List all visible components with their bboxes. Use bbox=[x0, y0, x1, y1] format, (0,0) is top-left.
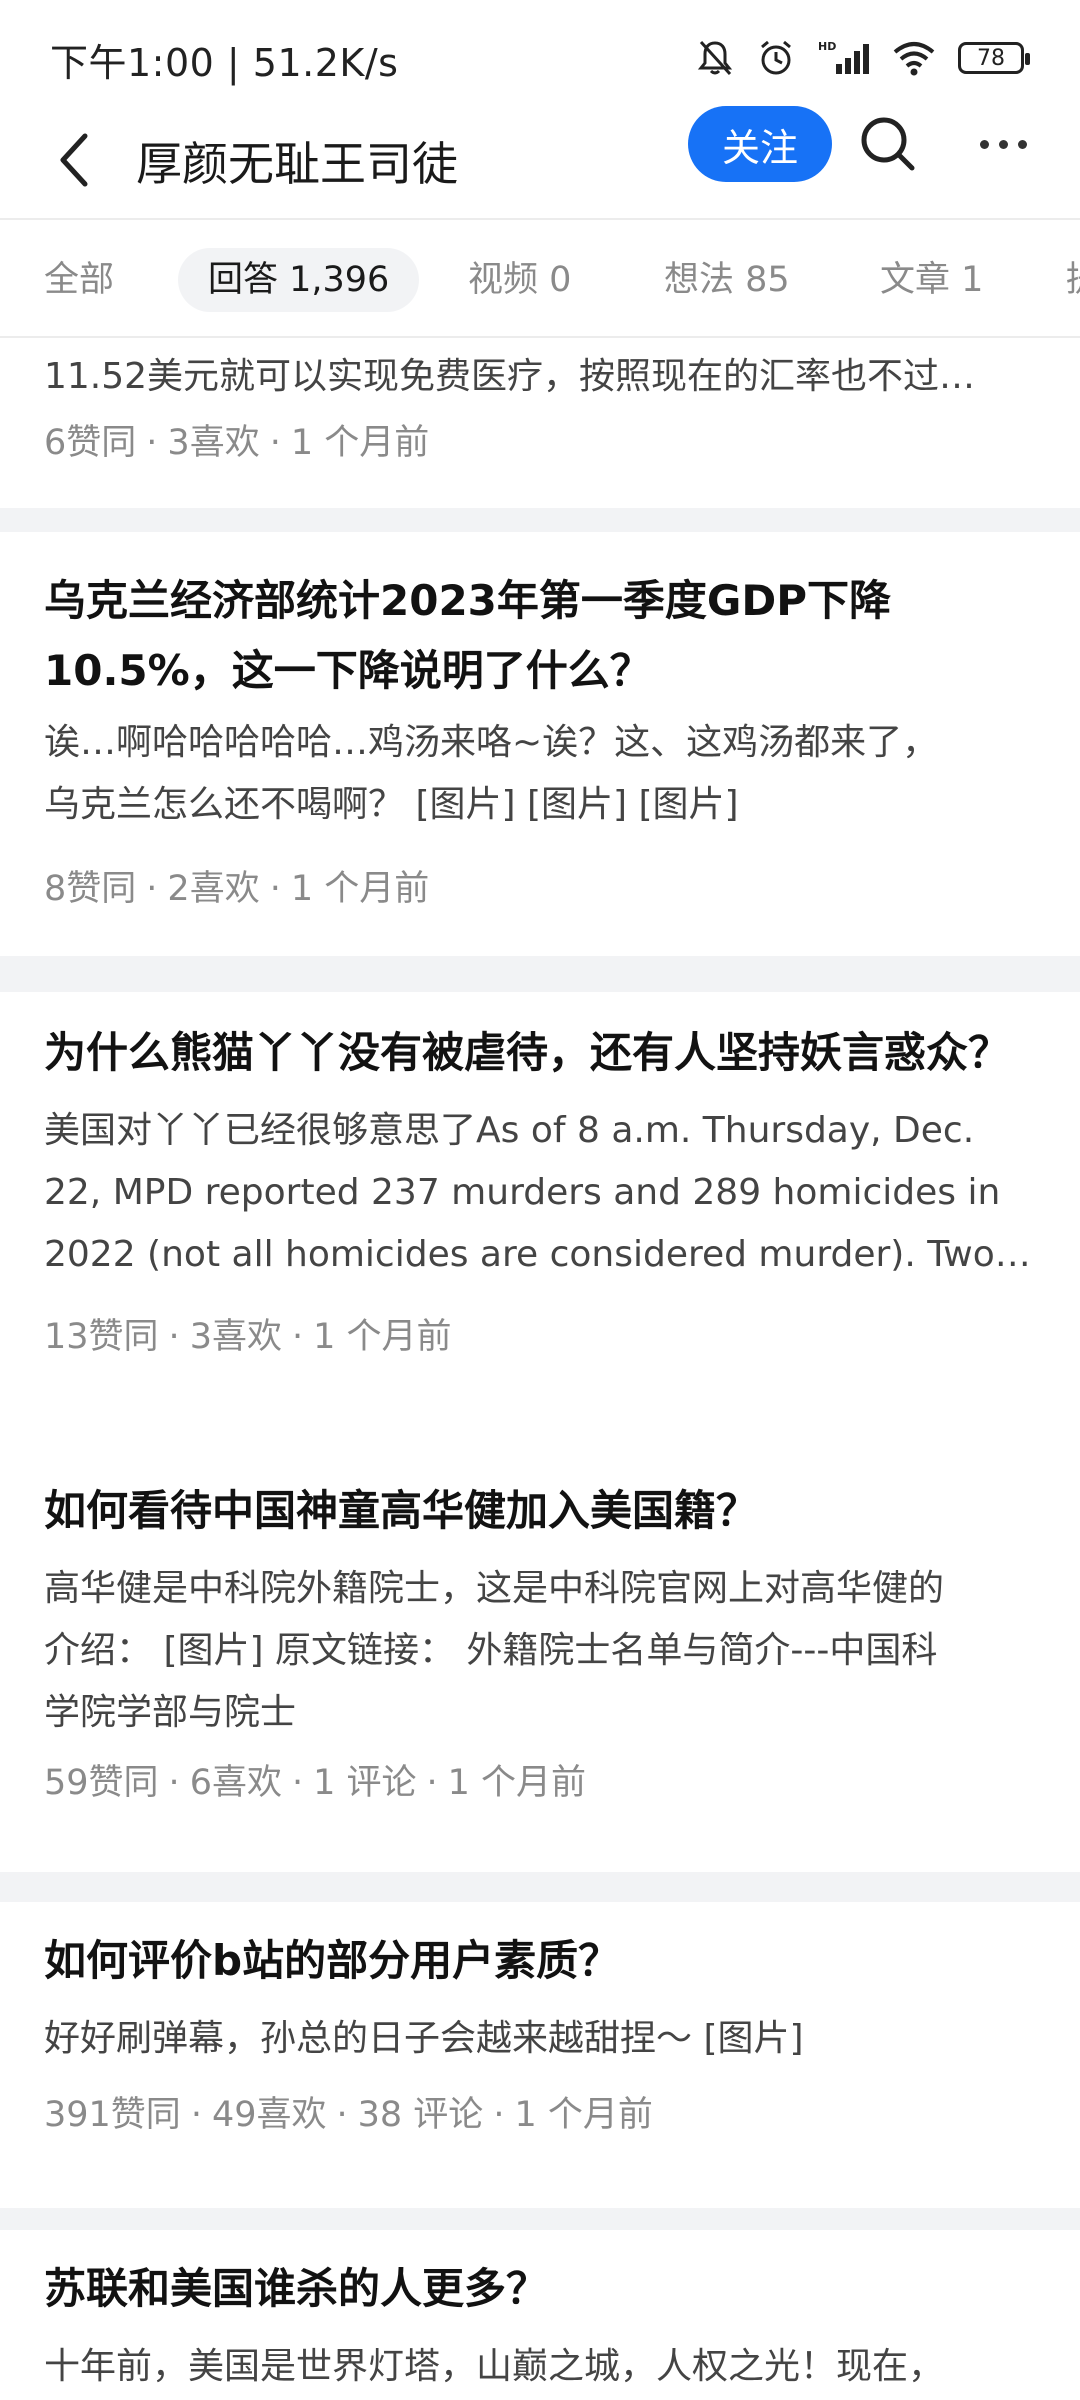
answer-excerpt: 诶…啊哈哈哈哈哈…鸡汤来咯~诶？这、这鸡汤都来了， 乌克兰怎么还不喝啊？ [图片… bbox=[44, 712, 1040, 836]
answer-meta: 6赞同 · 3喜欢 · 1 个月前 bbox=[44, 423, 430, 463]
title-line: 为什么熊猫丫丫没有被虐待，还有人坚持妖言惑众？ bbox=[44, 1028, 1011, 1077]
meta-time: 1 个月前 bbox=[290, 423, 430, 463]
follow-button[interactable]: 关注 bbox=[688, 106, 832, 182]
meta-upvotes: 6赞同 bbox=[44, 423, 137, 463]
more-icon-dot bbox=[1017, 139, 1027, 149]
excerpt-line: 介绍： [图片] 原文链接： 外籍院士名单与简介---中国科 bbox=[44, 1630, 938, 1671]
content-tabs: 全部 回答 1,396 视频 0 想法 85 文章 1 提 bbox=[0, 222, 1080, 338]
meta-time: 1 个月前 bbox=[313, 1317, 452, 1357]
meta-comments: 1 评论 bbox=[313, 1763, 417, 1803]
search-icon bbox=[861, 117, 915, 171]
meta-upvotes: 391赞同 bbox=[44, 2095, 181, 2135]
meta-comments: 38 评论 bbox=[357, 2095, 484, 2135]
wifi-icon bbox=[892, 40, 936, 76]
question-title[interactable]: 为什么熊猫丫丫没有被虐待，还有人坚持妖言惑众？ bbox=[44, 1018, 1040, 1088]
status-bar: 下午1:00 | 51.2K/s HD 78 bbox=[0, 0, 1080, 100]
mute-bell-icon bbox=[696, 38, 734, 78]
meta-time: 1 个月前 bbox=[447, 1763, 587, 1803]
question-title[interactable]: 如何看待中国神童高华健加入美国籍？ bbox=[44, 1476, 1040, 1546]
meta-likes: 6喜欢 bbox=[189, 1763, 282, 1803]
answer-meta: 8赞同 · 2喜欢 · 1 个月前 bbox=[44, 869, 430, 909]
meta-upvotes: 13赞同 bbox=[44, 1317, 159, 1357]
profile-name: 厚颜无耻王司徒 bbox=[136, 137, 458, 191]
title-line: 如何看待中国神童高华健加入美国籍？ bbox=[44, 1486, 759, 1535]
answer-card[interactable]: 为什么熊猫丫丫没有被虐待，还有人坚持妖言惑众？ 美国对丫丫已经很够意思了As o… bbox=[0, 992, 1080, 1452]
meta-likes: 3喜欢 bbox=[167, 423, 260, 463]
meta-time: 1 个月前 bbox=[514, 2095, 653, 2135]
tab-answers[interactable]: 回答 1,396 bbox=[178, 248, 420, 312]
excerpt-line: 高华健是中科院外籍院士，这是中科院官网上对高华健的 bbox=[44, 1568, 945, 1609]
zhihu-profile-answers-screen: 下午1:00 | 51.2K/s HD 78 厚颜无耻王司徒 关注 全部 回答 … bbox=[0, 0, 1080, 2400]
tab-thoughts[interactable]: 想法 85 bbox=[664, 248, 790, 312]
excerpt-line: 乌克兰怎么还不喝啊？ [图片] [图片] [图片] bbox=[44, 784, 739, 825]
question-title[interactable]: 如何评价b站的部分用户素质？ bbox=[44, 1926, 1040, 1996]
answer-card[interactable]: 如何评价b站的部分用户素质？ 好好刷弹幕，孙总的日子会越来越甜捏～ [图片] 3… bbox=[0, 1902, 1080, 2208]
answer-meta: 391赞同 · 49喜欢 · 38 评论 · 1 个月前 bbox=[44, 2095, 653, 2135]
excerpt-line: 好好刷弹幕，孙总的日子会越来越甜捏～ [图片] bbox=[44, 2018, 804, 2059]
status-time-speed: 下午1:00 | 51.2K/s bbox=[50, 41, 399, 85]
answer-card[interactable]: 11.52美元就可以实现免费医疗，按照现在的汇率也不过… 6赞同 · 3喜欢 · 1 个… bbox=[0, 338, 1080, 508]
excerpt-line: 美国对丫丫已经很够意思了As of 8 a.m. Thursday, Dec. bbox=[44, 1110, 975, 1151]
tab-videos[interactable]: 视频 0 bbox=[468, 248, 571, 312]
answer-card[interactable]: 如何看待中国神童高华健加入美国籍？ 高华健是中科院外籍院士，这是中科院官网上对高… bbox=[0, 1448, 1080, 1872]
meta-likes: 3喜欢 bbox=[189, 1317, 282, 1357]
meta-upvotes: 8赞同 bbox=[44, 869, 137, 909]
profile-header: 厚颜无耻王司徒 关注 bbox=[0, 100, 1080, 220]
answer-card[interactable]: 苏联和美国谁杀的人更多？ 十年前，美国是世界灯塔，山巅之城，人权之光！现在， bbox=[0, 2230, 1080, 2400]
meta-time: 1 个月前 bbox=[290, 869, 430, 909]
answer-meta: 13赞同 · 3喜欢 · 1 个月前 bbox=[44, 1317, 452, 1357]
hd-signal-icon: HD bbox=[818, 38, 870, 78]
search-button[interactable] bbox=[856, 112, 920, 176]
answer-excerpt: 高华健是中科院外籍院士，这是中科院官网上对高华健的 介绍： [图片] 原文链接：… bbox=[44, 1558, 1040, 1744]
title-line: 10.5%，这一下降说明了什么？ bbox=[44, 646, 652, 695]
excerpt-line: 11.52美元就可以实现免费医疗，按照现在的汇率也不过… bbox=[44, 356, 976, 397]
answer-meta: 59赞同 · 6喜欢 · 1 评论 · 1 个月前 bbox=[44, 1763, 587, 1803]
alarm-icon bbox=[756, 38, 796, 78]
answer-feed: 11.52美元就可以实现免费医疗，按照现在的汇率也不过… 6赞同 · 3喜欢 · 1 个… bbox=[0, 338, 1080, 2400]
answer-excerpt: 11.52美元就可以实现免费医疗，按照现在的汇率也不过… bbox=[44, 346, 1040, 408]
meta-likes: 2喜欢 bbox=[167, 869, 260, 909]
title-line: 乌克兰经济部统计2023年第一季度GDP下降 bbox=[44, 576, 892, 625]
question-title[interactable]: 乌克兰经济部统计2023年第一季度GDP下降 10.5%，这一下降说明了什么？ bbox=[44, 566, 1040, 706]
title-line: 苏联和美国谁杀的人更多？ bbox=[44, 2264, 549, 2313]
tab-more-partial[interactable]: 提 bbox=[1066, 248, 1080, 312]
status-icons: HD 78 bbox=[696, 36, 1030, 80]
back-arrow-icon bbox=[60, 133, 88, 187]
more-icon bbox=[979, 139, 989, 149]
answer-card[interactable]: 乌克兰经济部统计2023年第一季度GDP下降 10.5%，这一下降说明了什么？ … bbox=[0, 532, 1080, 956]
excerpt-line: 22, MPD reported 237 murders and 289 hom… bbox=[44, 1172, 1001, 1213]
excerpt-line: 学院学部与院士 bbox=[44, 1692, 297, 1733]
battery-icon: 78 bbox=[958, 42, 1030, 74]
question-title[interactable]: 苏联和美国谁杀的人更多？ bbox=[44, 2254, 1040, 2324]
more-button[interactable] bbox=[968, 122, 1038, 166]
answer-excerpt: 十年前，美国是世界灯塔，山巅之城，人权之光！现在， bbox=[44, 2336, 1040, 2398]
back-button[interactable] bbox=[44, 120, 104, 200]
excerpt-line: 诶…啊哈哈哈哈哈…鸡汤来咯~诶？这、这鸡汤都来了， bbox=[44, 722, 939, 763]
title-line: 如何评价b站的部分用户素质？ bbox=[44, 1936, 621, 1985]
excerpt-line: 2022 (not all homicides are considered m… bbox=[44, 1234, 1031, 1275]
answer-excerpt: 好好刷弹幕，孙总的日子会越来越甜捏～ [图片] bbox=[44, 2008, 1040, 2070]
tab-all[interactable]: 全部 bbox=[44, 248, 114, 312]
tab-articles[interactable]: 文章 1 bbox=[880, 248, 983, 312]
header-divider bbox=[0, 218, 1080, 220]
meta-upvotes: 59赞同 bbox=[44, 1763, 159, 1803]
answer-excerpt: 美国对丫丫已经很够意思了As of 8 a.m. Thursday, Dec. … bbox=[44, 1100, 1040, 1286]
more-icon-dot bbox=[998, 139, 1008, 149]
svg-text:HD: HD bbox=[818, 40, 836, 53]
excerpt-line: 十年前，美国是世界灯塔，山巅之城，人权之光！现在， bbox=[44, 2346, 945, 2387]
meta-likes: 49喜欢 bbox=[211, 2095, 327, 2135]
